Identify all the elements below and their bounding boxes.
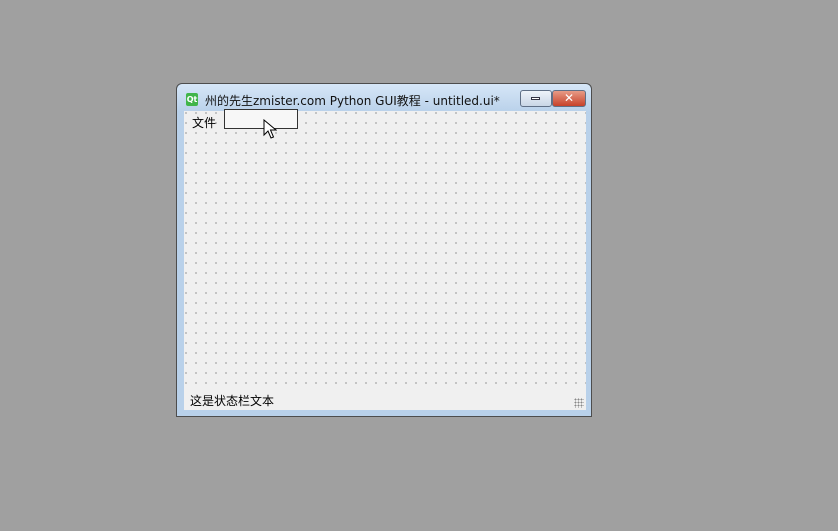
designer-preview-window: Qt 州的先生zmister.com Python GUI教程 - untitl… [176, 83, 592, 417]
title-bar[interactable]: Qt 州的先生zmister.com Python GUI教程 - untitl… [177, 84, 591, 112]
mouse-pointer-icon [263, 119, 277, 139]
minimize-icon [531, 97, 540, 100]
status-bar-text: 这是状态栏文本 [190, 394, 275, 408]
menu-item-file[interactable]: 文件 [192, 114, 216, 131]
resize-grip-icon[interactable] [574, 398, 584, 408]
menu-bar: 文件 [184, 109, 586, 133]
form-canvas[interactable]: 文件 这是状态栏文本 [184, 109, 586, 410]
status-bar: 这是状态栏文本 [184, 386, 586, 410]
window-title: 州的先生zmister.com Python GUI教程 - untitled.… [205, 94, 500, 108]
new-menu-item-edit-box[interactable] [224, 109, 298, 129]
close-button[interactable]: ✕ [552, 90, 586, 107]
qt-icon: Qt [186, 93, 198, 106]
minimize-button[interactable] [520, 90, 552, 107]
close-icon: ✕ [563, 91, 575, 105]
